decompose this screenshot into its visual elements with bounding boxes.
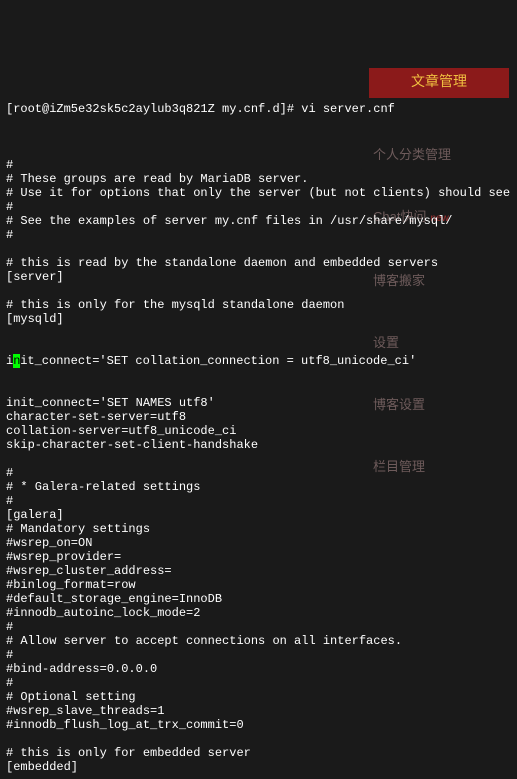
editor-line: # <box>6 158 511 172</box>
editor-line: # These groups are read by MariaDB serve… <box>6 172 511 186</box>
editor-line: [galera] <box>6 508 511 522</box>
shell-prompt-line: [root@iZm5e32sk5c2aylub3q821Z my.cnf.d]#… <box>6 102 511 116</box>
editor-line: # Mandatory settings <box>6 522 511 536</box>
editor-line: #default_storage_engine=InnoDB <box>6 592 511 606</box>
editor-line: init_connect='SET NAMES utf8' <box>6 396 511 410</box>
editor-line: # this is only for embedded server <box>6 746 511 760</box>
terminal-window[interactable]: 文章管理 个人分类管理 Chat快问 博客搬家 设置 博客设置 栏目管理 [ro… <box>0 0 517 779</box>
editor-line: collation-server=utf8_unicode_ci <box>6 424 511 438</box>
editor-line: # Use it for options that only the serve… <box>6 186 511 200</box>
editor-line: [mysqld] <box>6 312 511 326</box>
editor-line: # See the examples of server my.cnf file… <box>6 214 511 228</box>
editor-line: #innodb_autoinc_lock_mode=2 <box>6 606 511 620</box>
editor-line <box>6 284 511 298</box>
editor-line: #innodb_flush_log_at_trx_commit=0 <box>6 718 511 732</box>
editor-line: # Allow server to accept connections on … <box>6 634 511 648</box>
editor-line: # this is only for the mysqld standalone… <box>6 298 511 312</box>
editor-line: skip-character-set-client-handshake <box>6 438 511 452</box>
editor-line: # Optional setting <box>6 690 511 704</box>
cursor-after: it_connect='SET collation_connection = u… <box>20 354 416 368</box>
editor-line: # this is read by the standalone daemon … <box>6 256 511 270</box>
editor-line <box>6 774 511 779</box>
editor-line: # <box>6 494 511 508</box>
editor-line: # * Galera-related settings <box>6 480 511 494</box>
editor-line: # <box>6 200 511 214</box>
editor-line <box>6 144 511 158</box>
editor-line: #bind-address=0.0.0.0 <box>6 662 511 676</box>
editor-line: #wsrep_slave_threads=1 <box>6 704 511 718</box>
editor-line: #binlog_format=row <box>6 578 511 592</box>
terminal-content: [root@iZm5e32sk5c2aylub3q821Z my.cnf.d]#… <box>6 74 511 779</box>
editor-line: # <box>6 676 511 690</box>
cursor-before: i <box>6 354 13 368</box>
editor-line: # <box>6 620 511 634</box>
editor-line: #wsrep_provider= <box>6 550 511 564</box>
editor-line: #wsrep_cluster_address= <box>6 564 511 578</box>
editor-line: character-set-server=utf8 <box>6 410 511 424</box>
editor-line: # <box>6 648 511 662</box>
editor-line <box>6 732 511 746</box>
editor-line: [server] <box>6 270 511 284</box>
editor-line: # <box>6 228 511 242</box>
editor-cursor-line: init_connect='SET collation_connection =… <box>6 354 511 368</box>
editor-line: #wsrep_on=ON <box>6 536 511 550</box>
editor-line: # <box>6 466 511 480</box>
editor-line: [embedded] <box>6 760 511 774</box>
editor-line <box>6 242 511 256</box>
editor-line <box>6 452 511 466</box>
